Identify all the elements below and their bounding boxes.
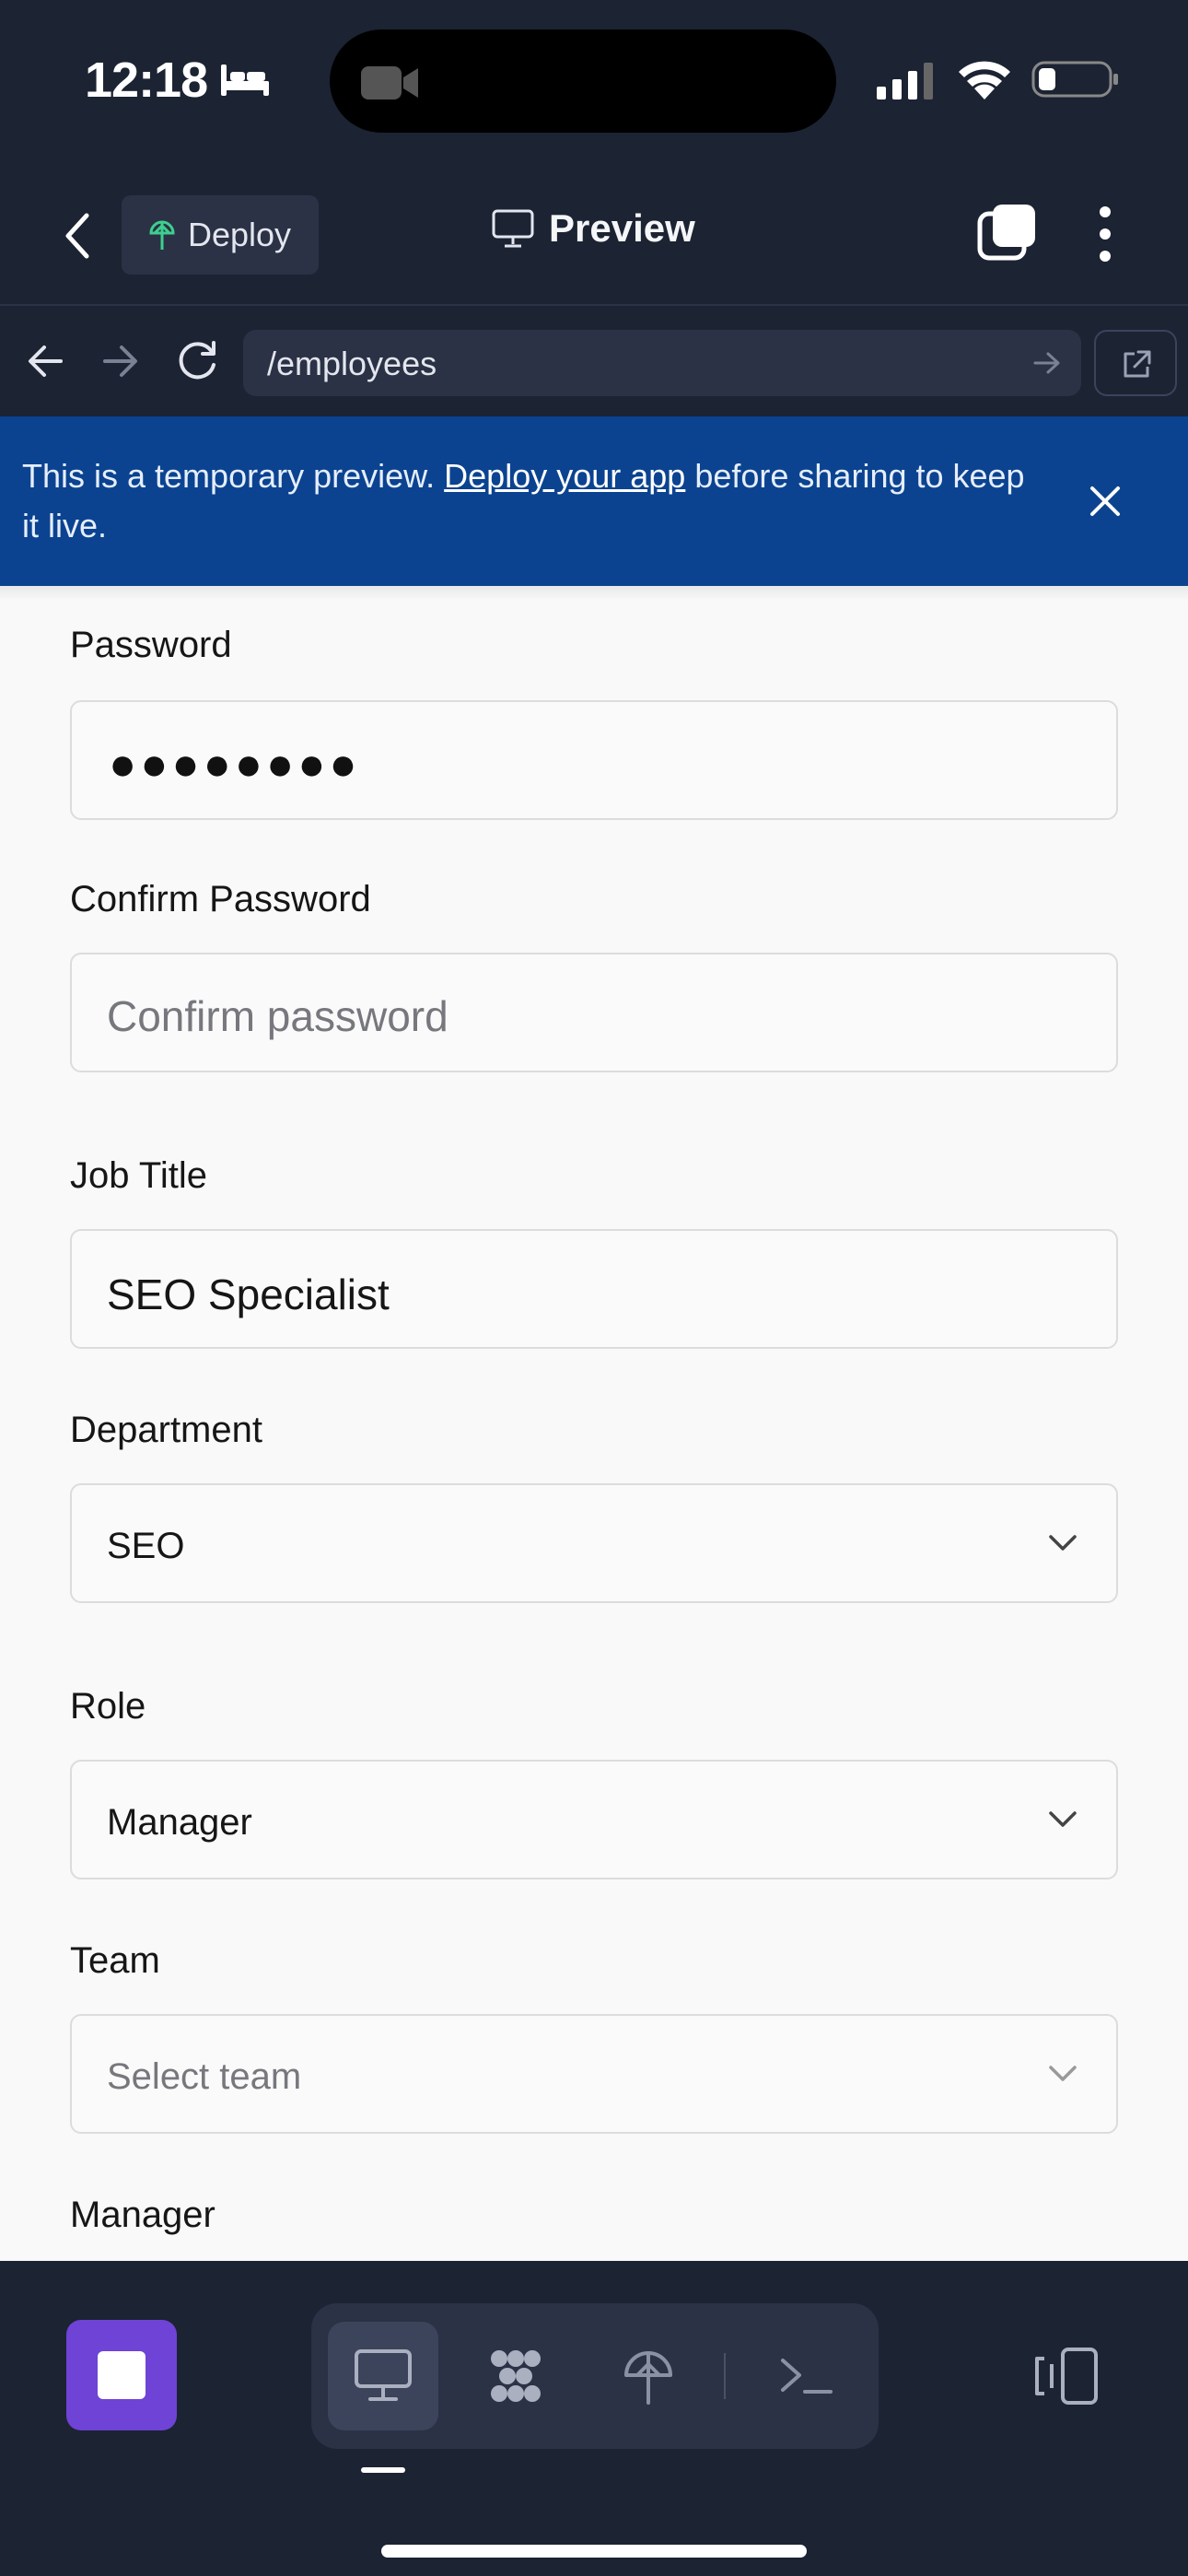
workflow-icon <box>491 2350 541 2402</box>
devices-icon[interactable] <box>1031 2346 1100 2406</box>
url-text: /employees <box>267 345 437 382</box>
deploy-app-link[interactable]: Deploy your app <box>444 457 685 495</box>
banner-message: This is a temporary preview. Deploy your… <box>22 451 1035 551</box>
bed-icon <box>221 64 269 96</box>
employee-form: Password ●●●●●●●● Confirm Password Confi… <box>0 586 1188 2261</box>
arrow-left-icon[interactable] <box>26 343 64 380</box>
page-title-label: Preview <box>549 206 695 250</box>
department-label: Department <box>70 1410 262 1450</box>
deploy-tool-button[interactable] <box>593 2322 704 2430</box>
terminal-icon <box>781 2359 833 2394</box>
team-select[interactable]: Select team <box>70 2014 1118 2134</box>
arrow-right-icon[interactable] <box>101 343 140 380</box>
monitor-icon <box>492 209 534 248</box>
preview-tool-button[interactable] <box>328 2322 438 2430</box>
back-icon[interactable] <box>57 210 98 262</box>
camera-icon <box>361 66 418 100</box>
job-title-label: Job Title <box>70 1155 207 1196</box>
workflow-tool-button[interactable] <box>460 2322 571 2430</box>
page-title: Preview <box>492 206 695 251</box>
more-vertical-icon[interactable] <box>1089 205 1122 263</box>
chevron-down-icon <box>1049 1811 1077 1827</box>
stop-icon <box>98 2351 146 2399</box>
confirm-password-placeholder: Confirm password <box>107 992 448 1040</box>
deploy-icon <box>149 220 175 250</box>
app-screen: 12:18 Deploy Preview /employees This is … <box>0 0 1188 2576</box>
role-select[interactable]: Manager <box>70 1760 1118 1879</box>
password-field[interactable]: ●●●●●●●● <box>70 700 1118 820</box>
bottom-dock <box>0 2261 1188 2576</box>
password-masked-value: ●●●●●●●● <box>109 738 361 790</box>
home-indicator <box>381 2545 807 2558</box>
temporary-preview-banner: This is a temporary preview. Deploy your… <box>0 416 1188 586</box>
tabs-icon[interactable] <box>976 203 1037 263</box>
job-title-value: SEO Specialist <box>107 1270 390 1318</box>
confirm-password-field[interactable]: Confirm password <box>70 953 1118 1072</box>
reload-icon[interactable] <box>177 339 219 381</box>
confirm-password-label: Confirm Password <box>70 879 371 919</box>
wifi-icon <box>959 61 1010 100</box>
deploy-button-label: Deploy <box>188 216 292 253</box>
role-label: Role <box>70 1686 146 1727</box>
chevron-down-icon <box>1049 2066 1077 2081</box>
department-selected-value: SEO <box>107 1526 185 1566</box>
external-link-icon <box>1124 350 1151 378</box>
close-icon[interactable] <box>1087 483 1124 520</box>
role-selected-value: Manager <box>107 1802 252 1843</box>
shell-tool-button[interactable] <box>751 2322 862 2430</box>
department-select[interactable]: SEO <box>70 1483 1118 1603</box>
scroll-shadow <box>0 586 1188 601</box>
monitor-icon <box>355 2349 412 2401</box>
app-header: Deploy Preview <box>0 166 1188 304</box>
status-bar: 12:18 <box>0 0 1188 166</box>
team-placeholder: Select team <box>107 2056 302 2097</box>
chevron-down-icon <box>1049 1535 1077 1551</box>
url-bar[interactable]: /employees <box>243 330 1081 396</box>
cellular-signal-icon <box>877 63 933 100</box>
job-title-field[interactable]: SEO Specialist <box>70 1229 1118 1349</box>
deploy-button[interactable]: Deploy <box>122 195 319 275</box>
tool-divider <box>724 2353 726 2399</box>
tool-switcher <box>311 2303 879 2449</box>
status-time: 12:18 <box>85 53 208 108</box>
banner-text-before: This is a temporary preview. <box>22 457 445 495</box>
active-tab-indicator <box>361 2467 405 2473</box>
team-label: Team <box>70 1940 160 1981</box>
arrow-right-icon[interactable] <box>1033 350 1061 376</box>
battery-icon <box>1031 61 1118 98</box>
manager-label: Manager <box>70 2195 215 2235</box>
password-label: Password <box>70 625 232 665</box>
browser-bar: /employees <box>0 304 1188 416</box>
stop-button[interactable] <box>66 2320 177 2430</box>
deploy-icon <box>624 2351 672 2405</box>
open-external-button[interactable] <box>1094 330 1177 396</box>
